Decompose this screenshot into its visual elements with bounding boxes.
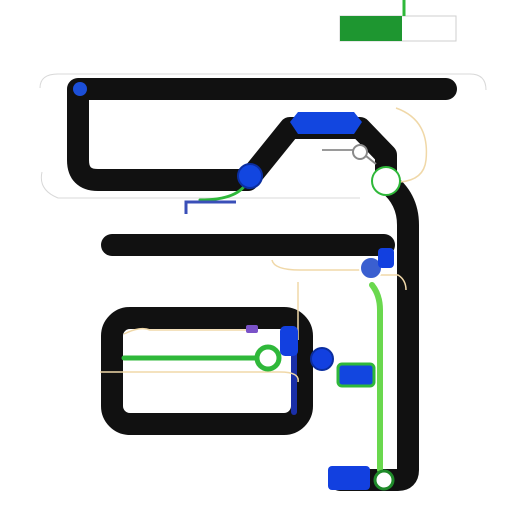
- blue-node-icon[interactable]: [237, 163, 263, 189]
- top-blue-badge[interactable]: [290, 112, 362, 134]
- blue-dot-icon[interactable]: [73, 82, 87, 96]
- connector-box-bottom: [100, 371, 299, 383]
- transit-diagram: [39, 0, 487, 491]
- green-ring-icon[interactable]: [254, 344, 282, 372]
- bottom-blue-badge[interactable]: [328, 466, 370, 490]
- top-right-card-green: [340, 16, 402, 41]
- connector-box-top: [123, 327, 250, 335]
- mid-right-blue-cap[interactable]: [378, 248, 394, 268]
- box-blue-cap[interactable]: [280, 326, 298, 356]
- purple-chip: [246, 325, 258, 333]
- blue-line-link: [184, 200, 236, 214]
- loop-box: [101, 307, 313, 435]
- bottom-green-ring-icon[interactable]: [373, 469, 395, 491]
- white-ring-icon[interactable]: [371, 166, 401, 196]
- connector-mid: [271, 259, 362, 271]
- small-blue-card[interactable]: [336, 362, 376, 388]
- blue-dot-icon[interactable]: [310, 347, 334, 371]
- connector-top-right: [395, 107, 428, 183]
